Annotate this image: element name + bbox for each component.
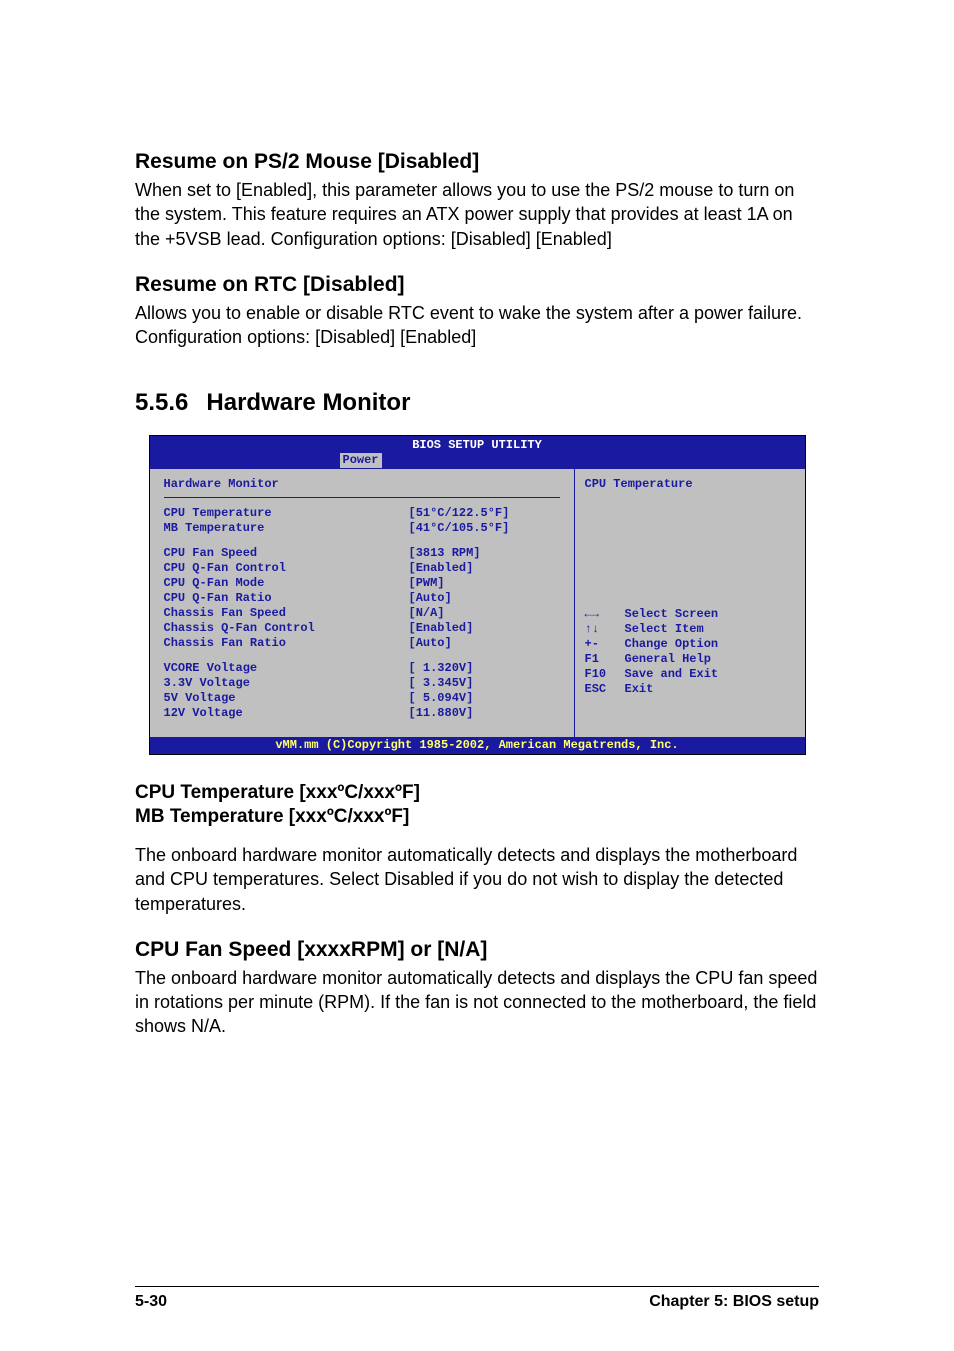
section-number: 5.5.6: [135, 389, 188, 416]
bios-nav-label: Select Screen: [625, 607, 719, 622]
bios-nav-key: +-: [585, 637, 625, 652]
bios-row: CPU Q-Fan Ratio[Auto]: [164, 591, 560, 606]
bios-nav-row: F1General Help: [585, 652, 795, 667]
bios-nav-label: Change Option: [625, 637, 719, 652]
bios-field-value: [Enabled]: [409, 621, 474, 636]
bios-field-label: 5V Voltage: [164, 691, 409, 706]
bios-nav-row: ←→Select Screen: [585, 607, 795, 622]
bios-nav-help: ←→Select Screen ↑↓Select Item +-Change O…: [585, 607, 795, 697]
bios-nav-label: Save and Exit: [625, 667, 719, 682]
bios-field-value: [ 5.094V]: [409, 691, 474, 706]
heading-cpu-fan-speed: CPU Fan Speed [xxxxRPM] or [N/A]: [135, 938, 819, 962]
page-footer: 5-30 Chapter 5: BIOS setup: [135, 1286, 819, 1311]
section-title: Hardware Monitor: [206, 389, 410, 416]
bios-field-value: [Auto]: [409, 591, 452, 606]
bios-field-value: [N/A]: [409, 606, 445, 621]
bios-field-value: [ 1.320V]: [409, 661, 474, 676]
bios-nav-key: ESC: [585, 682, 625, 697]
bios-field-label: 3.3V Voltage: [164, 676, 409, 691]
bios-row: Chassis Fan Speed[N/A]: [164, 606, 560, 621]
bios-field-label: Chassis Fan Speed: [164, 606, 409, 621]
section-heading: 5.5.6 Hardware Monitor: [135, 389, 819, 417]
bios-field-label: MB Temperature: [164, 521, 409, 536]
bios-field-label: CPU Temperature: [164, 506, 409, 521]
bios-pane-title: Hardware Monitor: [164, 477, 560, 498]
heading-resume-rtc: Resume on RTC [Disabled]: [135, 273, 819, 297]
bios-field-label: CPU Q-Fan Mode: [164, 576, 409, 591]
bios-field-label: 12V Voltage: [164, 706, 409, 721]
bios-row: 3.3V Voltage[ 3.345V]: [164, 676, 560, 691]
heading-cpu-temp: CPU Temperature [xxxºC/xxxºF]: [135, 781, 819, 805]
bios-right-pane: CPU Temperature ←→Select Screen ↑↓Select…: [574, 469, 805, 737]
bios-left-pane: Hardware Monitor CPU Temperature[51°C/12…: [150, 469, 574, 737]
bios-field-value: [ 3.345V]: [409, 676, 474, 691]
bios-row: 12V Voltage[11.880V]: [164, 706, 560, 721]
bios-tab-bar: Power: [150, 453, 805, 469]
bios-nav-label: Select Item: [625, 622, 704, 637]
bios-nav-key: F10: [585, 667, 625, 682]
bios-nav-key: ↑↓: [585, 622, 625, 637]
bios-field-label: CPU Fan Speed: [164, 546, 409, 561]
bios-field-value: [41°C/105.5°F]: [409, 521, 510, 536]
bios-group-fans: CPU Fan Speed[3813 RPM] CPU Q-Fan Contro…: [164, 546, 560, 651]
bios-field-label: Chassis Fan Ratio: [164, 636, 409, 651]
body-resume-ps2: When set to [Enabled], this parameter al…: [135, 178, 819, 251]
heading-resume-ps2: Resume on PS/2 Mouse [Disabled]: [135, 150, 819, 174]
bios-nav-label: General Help: [625, 652, 711, 667]
bios-row: CPU Fan Speed[3813 RPM]: [164, 546, 560, 561]
bios-row: CPU Temperature[51°C/122.5°F]: [164, 506, 560, 521]
bios-nav-key: F1: [585, 652, 625, 667]
bios-row: MB Temperature[41°C/105.5°F]: [164, 521, 560, 536]
body-temp: The onboard hardware monitor automatical…: [135, 843, 819, 916]
bios-row: CPU Q-Fan Mode[PWM]: [164, 576, 560, 591]
bios-row: Chassis Q-Fan Control[Enabled]: [164, 621, 560, 636]
bios-group-temps: CPU Temperature[51°C/122.5°F] MB Tempera…: [164, 506, 560, 536]
bios-row: CPU Q-Fan Control[Enabled]: [164, 561, 560, 576]
bios-field-value: [51°C/122.5°F]: [409, 506, 510, 521]
heading-mb-temp: MB Temperature [xxxºC/xxxºF]: [135, 805, 819, 829]
bios-help-text: CPU Temperature: [585, 477, 795, 607]
bios-field-label: VCORE Voltage: [164, 661, 409, 676]
bios-field-value: [Auto]: [409, 636, 452, 651]
body-cpu-fan-speed: The onboard hardware monitor automatical…: [135, 966, 819, 1039]
bios-field-label: Chassis Q-Fan Control: [164, 621, 409, 636]
bios-nav-key: ←→: [585, 607, 625, 622]
bios-row: 5V Voltage[ 5.094V]: [164, 691, 560, 706]
bios-field-value: [11.880V]: [409, 706, 474, 721]
bios-field-label: CPU Q-Fan Control: [164, 561, 409, 576]
bios-nav-label: Exit: [625, 682, 654, 697]
bios-group-voltages: VCORE Voltage[ 1.320V] 3.3V Voltage[ 3.3…: [164, 661, 560, 721]
page-number: 5-30: [135, 1293, 167, 1311]
chapter-label: Chapter 5: BIOS setup: [649, 1293, 819, 1311]
bios-row: VCORE Voltage[ 1.320V]: [164, 661, 560, 676]
bios-field-value: [Enabled]: [409, 561, 474, 576]
bios-screenshot: BIOS SETUP UTILITY Power Hardware Monito…: [149, 435, 806, 755]
bios-copyright: vMM.mm (C)Copyright 1985-2002, American …: [150, 737, 805, 754]
bios-nav-row: ESCExit: [585, 682, 795, 697]
bios-row: Chassis Fan Ratio[Auto]: [164, 636, 560, 651]
body-resume-rtc: Allows you to enable or disable RTC even…: [135, 301, 819, 350]
bios-field-value: [PWM]: [409, 576, 445, 591]
bios-tab-power: Power: [340, 453, 382, 468]
bios-title: BIOS SETUP UTILITY: [150, 436, 805, 453]
bios-field-value: [3813 RPM]: [409, 546, 481, 561]
bios-nav-row: F10Save and Exit: [585, 667, 795, 682]
bios-field-label: CPU Q-Fan Ratio: [164, 591, 409, 606]
bios-nav-row: +-Change Option: [585, 637, 795, 652]
bios-nav-row: ↑↓Select Item: [585, 622, 795, 637]
